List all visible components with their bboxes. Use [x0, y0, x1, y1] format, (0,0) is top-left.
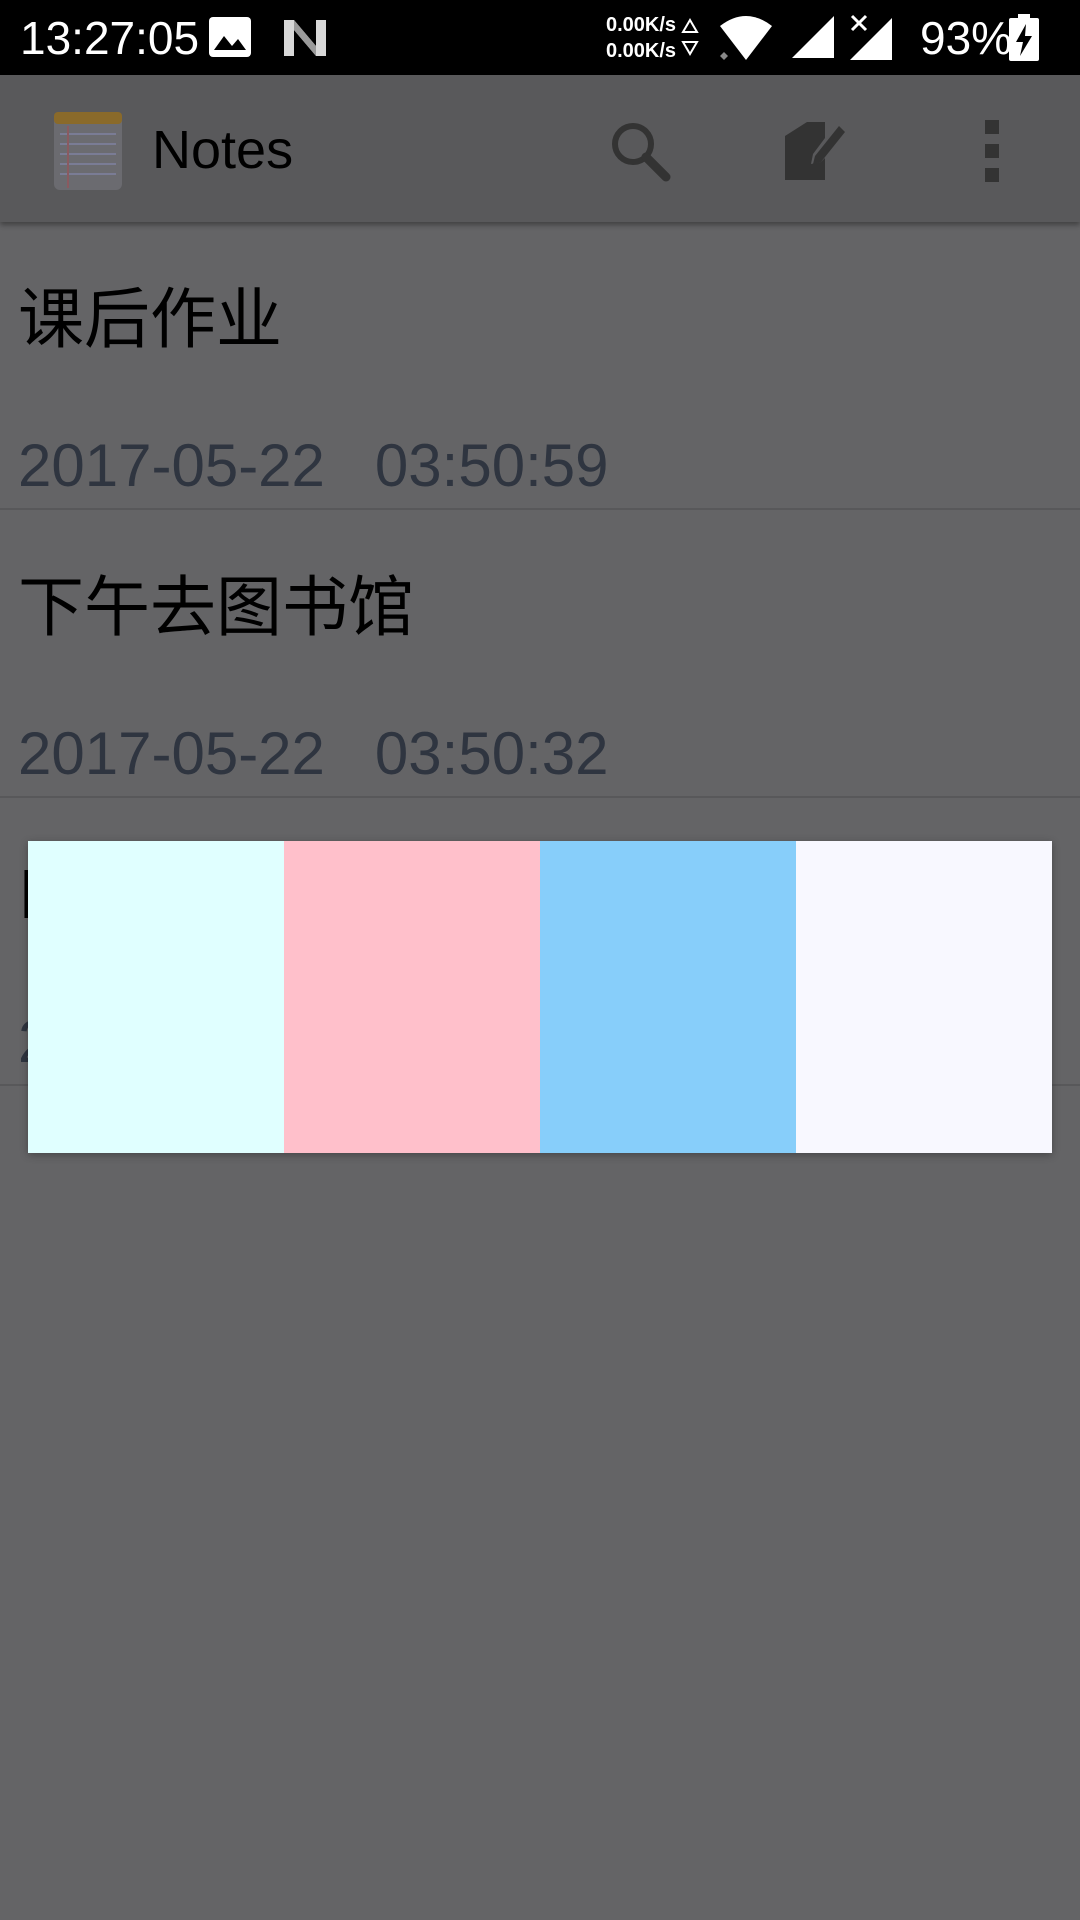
image-icon — [209, 17, 251, 57]
search-button[interactable] — [600, 111, 680, 191]
note-date: 2017-05-22 03:50:59 — [18, 432, 609, 499]
n-icon — [284, 20, 326, 56]
action-bar: Notes — [0, 75, 1080, 222]
new-note-button[interactable] — [774, 111, 854, 191]
color-swatch-ghost-white[interactable] — [796, 841, 1052, 1153]
note-list-item[interactable]: 下午去图书馆 2017-05-22 03:50:32 — [0, 510, 1080, 798]
new-note-icon — [785, 122, 845, 180]
more-options-button[interactable] — [952, 111, 1032, 191]
battery-charging-icon — [1009, 14, 1039, 61]
notepad-logo-icon — [54, 112, 122, 190]
note-date: 2017-05-22 03:50:32 — [18, 720, 609, 787]
note-list-item[interactable]: 课后作业 2017-05-22 03:50:59 — [0, 222, 1080, 510]
color-picker-dialog — [28, 841, 1052, 1153]
note-title: 课后作业 — [18, 281, 282, 358]
screen: 13:27:05 0.00K/s 0.00K/s 93% Notes 课后作业 … — [0, 0, 1080, 1920]
battery-percentage: 93% — [920, 12, 1013, 64]
data-arrows-icon — [681, 18, 699, 56]
status-time: 13:27:05 — [20, 12, 200, 64]
color-swatch-pink[interactable] — [284, 841, 540, 1153]
wifi-icon — [720, 16, 772, 60]
color-swatch-sky-blue[interactable] — [540, 841, 796, 1153]
search-icon — [612, 123, 671, 182]
signal-no-data-icon — [850, 14, 892, 60]
status-bar: 13:27:05 0.00K/s 0.00K/s 93% — [0, 0, 1080, 75]
more-vert-icon — [985, 120, 999, 182]
note-title: 下午去图书馆 — [18, 569, 414, 646]
signal-icon — [792, 16, 834, 58]
app-title: Notes — [152, 120, 294, 180]
color-swatch-light-cyan[interactable] — [28, 841, 284, 1153]
